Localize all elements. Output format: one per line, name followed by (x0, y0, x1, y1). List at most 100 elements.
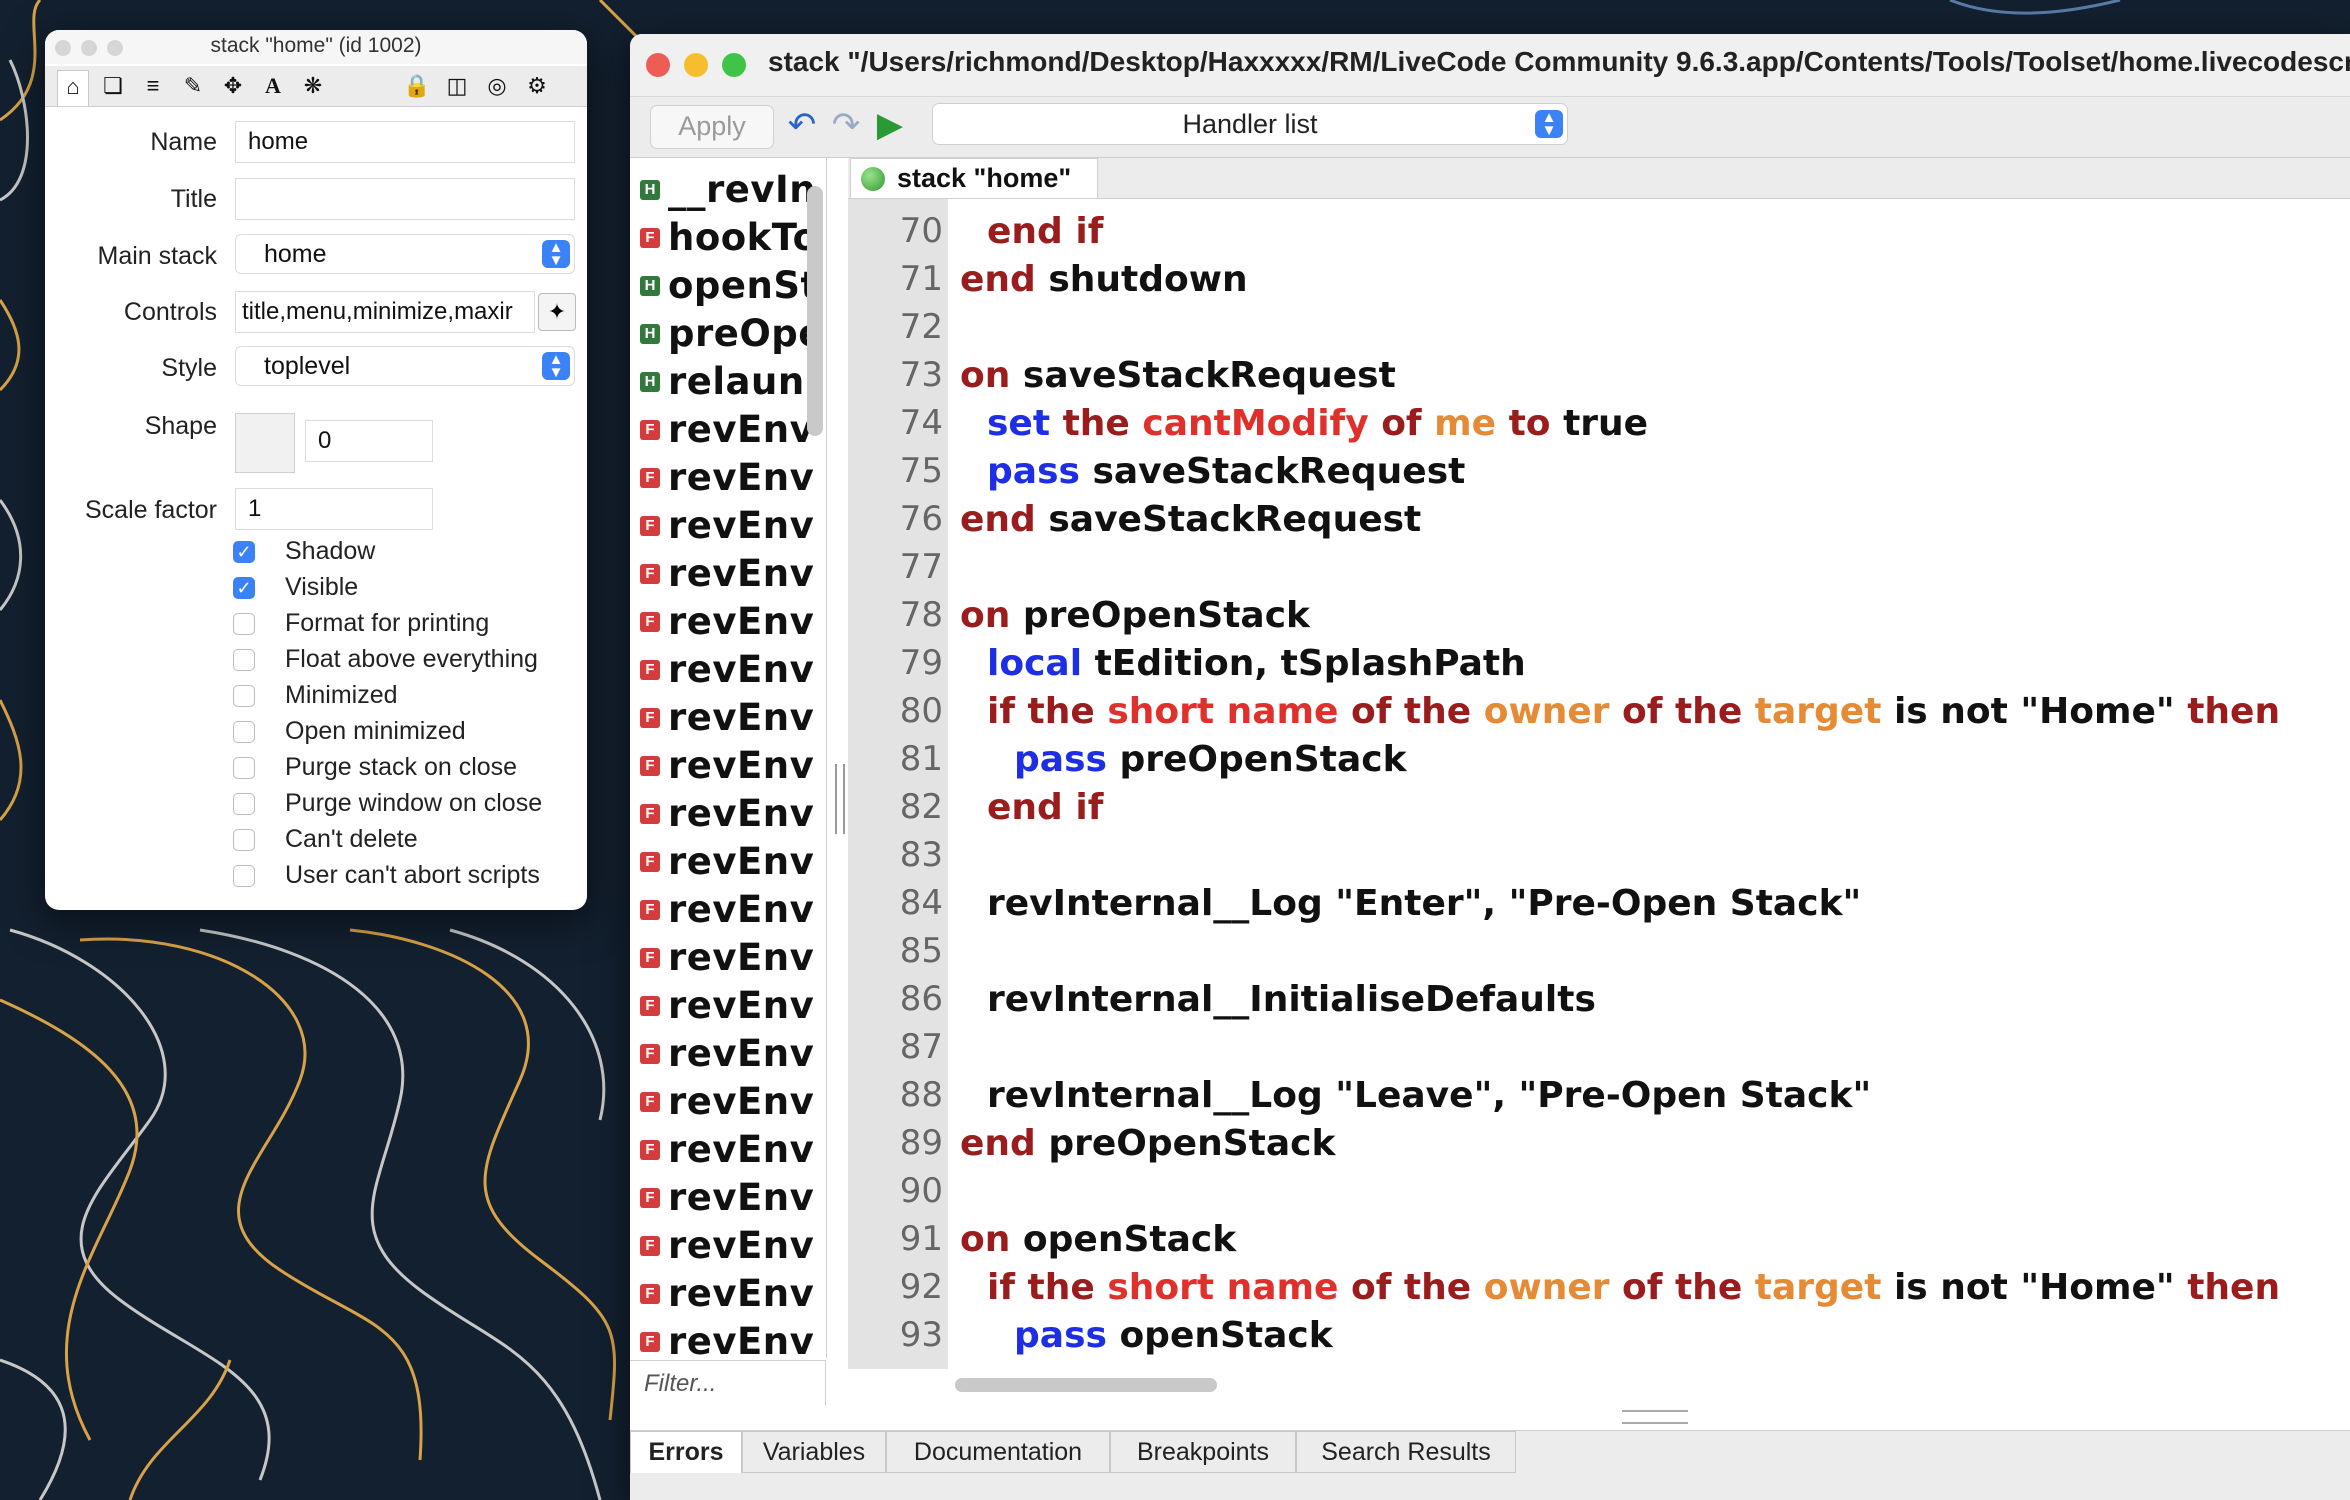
controls-field[interactable]: title,menu,minimize,maxir (235, 291, 535, 333)
handler-list-item[interactable]: FrevEnv (640, 1128, 814, 1176)
handler-list-item[interactable]: FrevEnv (640, 1224, 814, 1272)
split-divider-handle[interactable] (835, 764, 845, 834)
handler-list-item[interactable]: FrevEnv (640, 408, 814, 456)
pencil-icon[interactable]: ✎ (177, 70, 209, 102)
code-line: end if (987, 211, 1103, 252)
handler-list-item[interactable]: FrevEnv (640, 456, 814, 504)
code-token: openStack (1022, 1219, 1237, 1260)
code-token: shutdown (1048, 259, 1248, 300)
handler-name: revEnv (668, 1320, 815, 1358)
handler-list-item[interactable]: Hrelaun (640, 360, 805, 408)
zoom-button[interactable] (722, 53, 746, 77)
handler-list-item[interactable]: FrevEnv (640, 888, 814, 936)
title-field[interactable] (235, 178, 575, 220)
checkbox-format-for-printing[interactable]: Format for printing (233, 609, 489, 643)
checkbox-minimized[interactable]: Minimized (233, 681, 398, 715)
handler-list-item[interactable]: FrevEnv (640, 1176, 814, 1224)
function-badge-icon: F (640, 515, 660, 536)
checkbox-shadow[interactable]: ✓ Shadow (233, 537, 375, 571)
checkmark-icon[interactable]: ✓ (233, 577, 255, 600)
handler-list-item[interactable]: FrevEnv (640, 600, 814, 648)
checkbox-purge-window-on-close[interactable]: Purge window on close (233, 789, 542, 823)
code-token: revInternal__InitialiseDefaults (987, 979, 1596, 1020)
line-number: 81 (899, 739, 943, 779)
handler-list-item[interactable]: FrevEnv (640, 984, 814, 1032)
handler-name: revEnv (668, 888, 815, 931)
handler-list-item[interactable]: FrevEnv (640, 792, 814, 840)
home-icon[interactable]: ⌂ (57, 70, 89, 106)
handler-list-item[interactable]: FrevEnv (640, 1032, 814, 1080)
handler-list-item[interactable]: FrevEnv (640, 1272, 814, 1320)
undo-icon[interactable]: ↶ (782, 103, 822, 147)
code-editor[interactable]: end if end shutdown on saveStackRequest set… (948, 199, 2350, 1369)
checkbox-purge-stack-on-close[interactable]: Purge stack on close (233, 753, 517, 787)
editor-titlebar[interactable]: stack "/Users/richmond/Desktop/Haxxxxx/R… (630, 34, 2350, 97)
checkbox-cant-delete[interactable]: Can't delete (233, 825, 418, 859)
code-token: short name (1107, 691, 1339, 732)
shape-preview[interactable] (235, 413, 295, 473)
handler-list-item[interactable]: HopenSt (640, 264, 819, 312)
handler-badge-icon: H (640, 371, 660, 392)
code-token: is not "Home" (1881, 1267, 2188, 1308)
magic-wand-icon[interactable]: ✦ (538, 293, 576, 331)
handler-list-item[interactable]: FrevEnv (640, 552, 814, 600)
code-token: owner (1483, 1267, 1610, 1308)
script-tab-home[interactable]: stack "home" (850, 158, 1098, 198)
geometry-icon[interactable]: ◫ (441, 70, 473, 102)
gears-icon[interactable]: ❋ (297, 70, 329, 102)
checkbox-open-minimized[interactable]: Open minimized (233, 717, 466, 751)
minimize-button[interactable] (684, 53, 708, 77)
checkbox-visible[interactable]: ✓ Visible (233, 573, 358, 607)
inspector-titlebar[interactable]: stack "home" (id 1002) (45, 30, 587, 64)
handler-list-item[interactable]: FrevEnv (640, 1320, 814, 1358)
handler-list-label: Handler list (1182, 109, 1318, 139)
handler-name: hookTo (668, 216, 819, 259)
handler-list-item[interactable]: FrevEnv (640, 936, 814, 984)
scale-factor-label: Scale factor (84, 496, 217, 524)
name-field[interactable]: home (235, 121, 575, 163)
tab-breakpoints[interactable]: Breakpoints (1110, 1431, 1296, 1473)
style-select[interactable]: toplevel ▲ ▼ (235, 346, 575, 386)
shape-id-field[interactable]: 0 (305, 420, 433, 462)
handler-list-item[interactable]: FrevEnv (640, 648, 814, 696)
filter-input[interactable]: Filter... (630, 1360, 826, 1406)
pane-resize-grip[interactable] (1622, 1410, 1688, 1424)
handler-list-item[interactable]: FrevEnv (640, 1080, 814, 1128)
handler-list-item[interactable]: FrevEnv (640, 696, 814, 744)
handler-list-select[interactable]: Handler list ▲ ▼ (932, 103, 1568, 145)
code-token: is not "Home" (1881, 691, 2188, 732)
function-badge-icon: F (640, 419, 660, 440)
name-label: Name (150, 128, 217, 156)
handler-list-item[interactable]: H __revIn (640, 168, 816, 216)
copy-icon[interactable]: ❏ (97, 70, 129, 102)
line-number: 87 (899, 1027, 943, 1067)
play-icon[interactable]: ▶ (870, 103, 910, 147)
tab-documentation[interactable]: Documentation (886, 1431, 1110, 1473)
handler-list-item[interactable]: FrevEnv (640, 840, 814, 888)
target-icon[interactable]: ◎ (481, 70, 513, 102)
close-button[interactable] (646, 53, 670, 77)
lock-icon[interactable]: 🔒 (401, 70, 433, 102)
checkbox-float-above-everything[interactable]: Float above everything (233, 645, 538, 679)
redo-icon[interactable]: ↷ (826, 103, 866, 147)
tab-errors[interactable]: Errors (630, 1431, 742, 1473)
code-token: revInternal__Log "Leave", "Pre-Open Stac… (987, 1075, 1872, 1116)
move-icon[interactable]: ✥ (217, 70, 249, 102)
database-icon[interactable]: ≡ (137, 70, 169, 102)
text-icon[interactable]: A (257, 70, 289, 102)
tab-search-results[interactable]: Search Results (1296, 1431, 1516, 1473)
checkbox-user-cant-abort-scripts[interactable]: User can't abort scripts (233, 861, 540, 895)
tab-variables[interactable]: Variables (742, 1431, 886, 1473)
handler-list-item[interactable]: FrevEnv (640, 744, 814, 792)
apply-button[interactable]: Apply (650, 105, 774, 149)
handler-list-item[interactable]: HpreOpe (640, 312, 824, 360)
main-stack-select[interactable]: home ▲ ▼ (235, 234, 575, 274)
settings-icon[interactable]: ⚙ (521, 70, 553, 102)
horizontal-scrollbar[interactable] (955, 1378, 1217, 1392)
handler-list-scrollbar[interactable] (807, 186, 823, 436)
handler-list-item[interactable]: FhookTo (640, 216, 819, 264)
checkmark-icon[interactable]: ✓ (233, 541, 255, 564)
scale-factor-field[interactable]: 1 (235, 488, 433, 530)
handler-name: revEnv (668, 936, 815, 979)
handler-list-item[interactable]: FrevEnv (640, 504, 814, 552)
